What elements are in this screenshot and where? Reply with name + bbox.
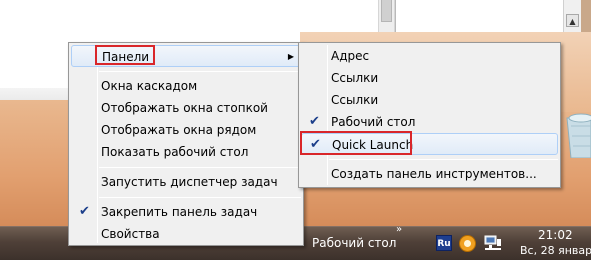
- menu-item-side-by-side[interactable]: Отображать окна рядом: [71, 119, 301, 141]
- clock-date[interactable]: Вс, 28 января: [520, 244, 591, 257]
- submenu-item-new-toolbar[interactable]: Создать панель инструментов...: [301, 163, 558, 185]
- submenu-item-desktop[interactable]: ✔ Рабочий стол: [301, 111, 558, 133]
- background-window-right: [395, 0, 563, 32]
- update-icon[interactable]: [459, 235, 476, 252]
- taskbar-desktop-toolbar-label[interactable]: Рабочий стол: [312, 236, 396, 250]
- menu-item-label: Рабочий стол: [331, 115, 416, 129]
- menu-item-label: Показать рабочий стол: [101, 145, 249, 159]
- menu-separator: [99, 71, 301, 72]
- scroll-up-icon[interactable]: ▲: [566, 14, 579, 27]
- menu-item-label: Создать панель инструментов...: [331, 167, 537, 181]
- taskbar-context-menu: Панели ▶ Окна каскадом Отображать окна с…: [68, 42, 304, 246]
- menu-item-properties[interactable]: Свойства: [71, 223, 301, 245]
- menu-item-cascade-windows[interactable]: Окна каскадом: [71, 75, 301, 97]
- check-icon: ✔: [309, 114, 320, 129]
- menu-separator: [329, 159, 558, 160]
- menu-item-lock-taskbar[interactable]: ✔ Закрепить панель задач: [71, 201, 301, 223]
- menu-item-label: Ссылки: [331, 93, 379, 107]
- submenu-item-links-2[interactable]: Ссылки: [301, 89, 558, 111]
- menu-item-label: Запустить диспетчер задач: [101, 175, 278, 189]
- menu-item-label: Отображать окна стопкой: [101, 101, 268, 115]
- menu-item-label: Окна каскадом: [101, 79, 198, 93]
- highlight-box-quick-launch: [300, 131, 412, 155]
- menu-item-label: Адрес: [331, 49, 370, 63]
- clock-time[interactable]: 21:02: [538, 228, 573, 242]
- menu-separator: [99, 197, 301, 198]
- recycle-bin-icon[interactable]: [561, 108, 591, 158]
- network-icon[interactable]: [484, 235, 502, 252]
- menu-item-task-manager[interactable]: Запустить диспетчер задач: [71, 171, 301, 193]
- menu-item-stack-windows[interactable]: Отображать окна стопкой: [71, 97, 301, 119]
- menu-item-show-desktop[interactable]: Показать рабочий стол: [71, 141, 301, 163]
- submenu-arrow-icon: ▶: [287, 52, 294, 61]
- submenu-item-address[interactable]: Адрес: [301, 45, 558, 67]
- menu-item-label: Закрепить панель задач: [101, 205, 258, 219]
- menu-separator: [99, 167, 301, 168]
- toolbar-chevron-icon[interactable]: »: [396, 224, 402, 235]
- menu-item-label: Ссылки: [331, 71, 379, 85]
- highlight-box-toolbars: [95, 45, 155, 65]
- language-icon[interactable]: Ru: [436, 235, 452, 251]
- toolbars-submenu: Адрес Ссылки Ссылки ✔ Рабочий стол ✔ Qui…: [298, 42, 561, 188]
- check-icon: ✔: [79, 204, 90, 219]
- menu-item-label: Свойства: [101, 227, 160, 241]
- submenu-item-links[interactable]: Ссылки: [301, 67, 558, 89]
- background-window-scroll-thumb[interactable]: [381, 0, 392, 22]
- menu-item-label: Отображать окна рядом: [101, 123, 257, 137]
